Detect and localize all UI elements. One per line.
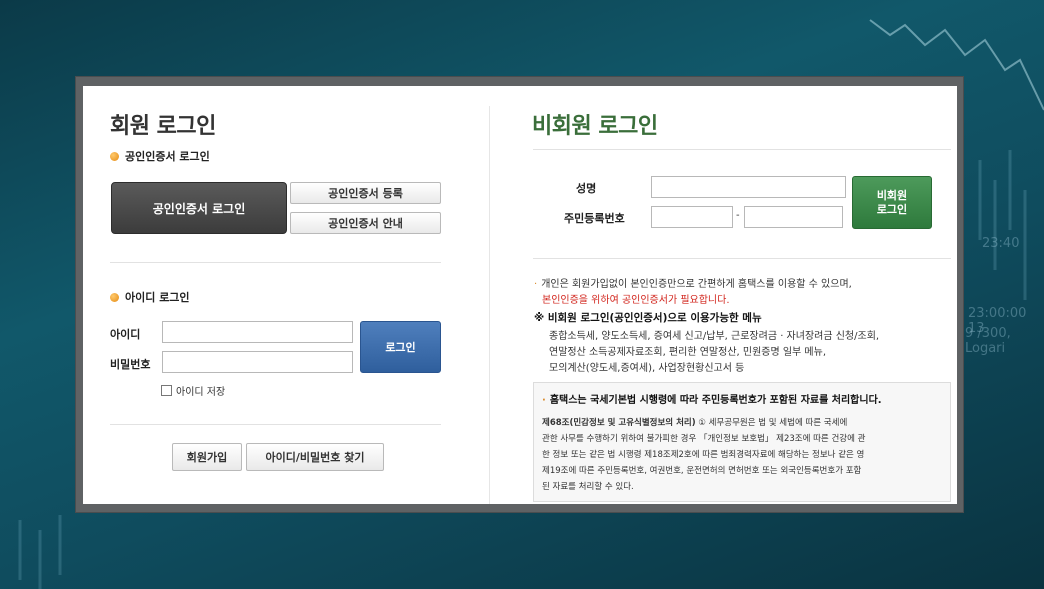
cert-login-heading-label: 공인인증서 로그인 — [125, 150, 210, 163]
info-line-2: 본인인증을 위하여 공인인증서가 필요합니다. — [542, 295, 730, 306]
login-button[interactable]: 로그인 — [360, 321, 441, 373]
menu-line-1: 종합소득세, 양도소득세, 증여세 신고/납부, 근로장려금 · 자녀장려금 신… — [549, 331, 880, 342]
info-line-1-text: 개인은 회원가입없이 본인인증만으로 간편하게 홈택스를 이용할 수 있으며, — [541, 279, 852, 290]
rrn-label: 주민등록번호 — [564, 212, 625, 225]
rrn-front-input[interactable] — [651, 206, 733, 228]
name-label: 성명 — [576, 182, 597, 195]
notice-line-4: 제19조에 따른 주민등록번호, 여권번호, 운전면허의 면허번호 또는 외국인… — [542, 466, 862, 476]
info-line-1: · 개인은 회원가입없이 본인인증만으로 간편하게 홈택스를 이용할 수 있으며, — [534, 275, 852, 290]
password-label: 비밀번호 — [110, 358, 151, 371]
find-id-password-button[interactable]: 아이디/비밀번호 찾기 — [246, 443, 384, 471]
guest-login-button-line1: 비회원 — [876, 188, 908, 202]
dot-icon: · — [534, 279, 538, 290]
notice-title-text: 홈택스는 국세기본법 시행령에 따라 주민등록번호가 포함된 자료를 처리합니다… — [549, 395, 882, 406]
menu-line-2: 연말정산 소득공제자료조회, 편리한 연말정산, 민원증명 일부 메뉴, — [549, 347, 827, 358]
password-input[interactable] — [162, 351, 353, 373]
save-id-label: 아이디 저장 — [176, 387, 226, 398]
dot-icon: · — [542, 395, 546, 406]
section-divider — [110, 424, 441, 425]
ticker-text: 9 /300, Logari — [965, 326, 1011, 356]
menu-title: ※ 비회원 로그인(공인인증서)으로 이용가능한 메뉴 — [534, 312, 762, 324]
notice-line-5: 된 자료를 처리할 수 있다. — [542, 482, 634, 492]
cert-login-heading: 공인인증서 로그인 — [110, 148, 210, 164]
section-divider — [533, 258, 951, 259]
member-login-title: 회원 로그인 — [110, 114, 216, 139]
notice-line-2: 관한 사무를 수행하기 위하여 불가피한 경우 「개인정보 보호법」 제23조에… — [542, 434, 866, 444]
login-panel: 회원 로그인 공인인증서 로그인 공인인증서 로그인 공인인증서 등록 공인인증… — [83, 86, 957, 504]
id-input[interactable] — [162, 321, 353, 343]
name-input[interactable] — [651, 176, 846, 198]
orange-bullet-icon — [110, 151, 119, 161]
notice-title: · 홈택스는 국세기본법 시행령에 따라 주민등록번호가 포함된 자료를 처리합니… — [542, 391, 882, 406]
id-login-heading: 아이디 로그인 — [110, 289, 190, 305]
id-login-heading-label: 아이디 로그인 — [125, 291, 190, 304]
rrn-back-input[interactable] — [744, 206, 843, 228]
signup-button[interactable]: 회원가입 — [172, 443, 242, 471]
guest-login-title: 비회원 로그인 — [532, 114, 658, 139]
menu-line-3: 모의계산(양도세,증여세), 사업장현황신고서 등 — [549, 363, 745, 374]
cert-register-button[interactable]: 공인인증서 등록 — [290, 182, 441, 204]
save-id-checkbox[interactable] — [161, 385, 172, 396]
cert-login-button[interactable]: 공인인증서 로그인 — [111, 182, 287, 234]
guest-login-button-line2: 로그인 — [876, 202, 908, 216]
notice-box: · 홈택스는 국세기본법 시행령에 따라 주민등록번호가 포함된 자료를 처리합니… — [533, 382, 951, 502]
section-divider — [533, 149, 951, 150]
notice-article: 제68조(민감정보 및 고유식별정보의 처리) — [542, 418, 696, 428]
cert-guide-button[interactable]: 공인인증서 안내 — [290, 212, 441, 234]
section-divider — [110, 262, 441, 263]
ticker-time-1: 23:40 — [982, 236, 1020, 251]
orange-bullet-icon — [110, 292, 119, 302]
notice-line-3: 한 정보 또는 같은 법 시행령 제18조제2호에 따른 범죄경력자료에 해당하… — [542, 450, 865, 460]
notice-line-1: 제68조(민감정보 및 고유식별정보의 처리) ① 세무공무원은 법 및 세법에… — [542, 416, 847, 428]
rrn-separator: - — [736, 210, 740, 221]
guest-login-button[interactable]: 비회원 로그인 — [852, 176, 932, 229]
panel-divider — [489, 106, 490, 504]
id-label: 아이디 — [110, 328, 141, 341]
notice-line-1-text: ① 세무공무원은 법 및 세법에 따른 국세에 — [695, 418, 848, 428]
